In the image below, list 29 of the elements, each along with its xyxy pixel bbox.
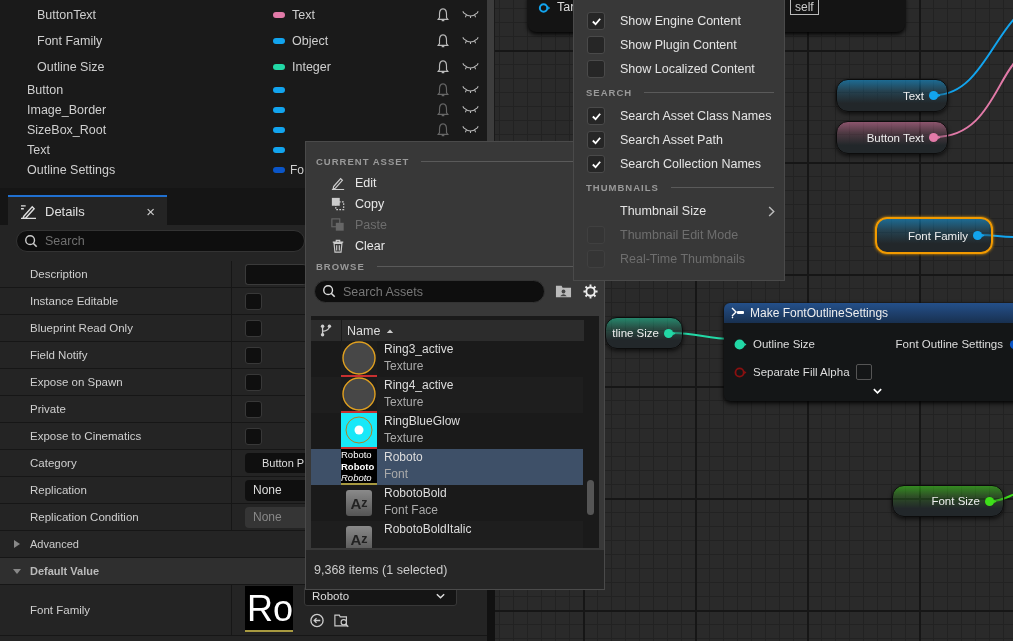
pin-label: Font Outline Settings <box>895 338 1003 350</box>
status-text: 9,368 items (1 selected) <box>314 562 448 577</box>
node-title: Make FontOutlineSettings <box>750 306 889 320</box>
property-label: Expose on Spawn <box>30 376 123 388</box>
preview-text: Roboto <box>341 449 373 461</box>
property-label: Field Notify <box>30 349 88 361</box>
property-label: Replication Condition <box>30 511 139 523</box>
property-label: Private <box>30 403 66 415</box>
node-label: Font Size <box>931 495 980 507</box>
property-label: Category <box>30 457 77 469</box>
property-label: Blueprint Read Only <box>30 322 133 334</box>
menu-section-label: CURRENT ASSET <box>316 156 410 167</box>
property-label: Description <box>30 268 88 280</box>
node-label: Button Text <box>866 131 924 144</box>
menu-section-label: THUMBNAILS <box>586 182 659 193</box>
preview-text: Roboto <box>341 472 373 483</box>
menu-section-label: BROWSE <box>316 261 365 272</box>
pin-label: Outline Size <box>753 338 815 350</box>
node-label: Tar <box>557 0 575 14</box>
menu-section-label: SEARCH <box>586 87 633 98</box>
node-label: Text <box>902 89 924 102</box>
preview-text: Roboto <box>341 460 376 472</box>
property-label: Instance Editable <box>30 295 119 307</box>
pin-label: Separate Fill Alpha <box>753 366 850 378</box>
node-label: Font Family <box>907 229 968 242</box>
property-label: Font Family <box>30 604 91 616</box>
property-label: Expose to Cinematics <box>30 430 142 442</box>
property-label: Replication <box>30 484 87 496</box>
node-label: tline Size <box>612 327 659 339</box>
